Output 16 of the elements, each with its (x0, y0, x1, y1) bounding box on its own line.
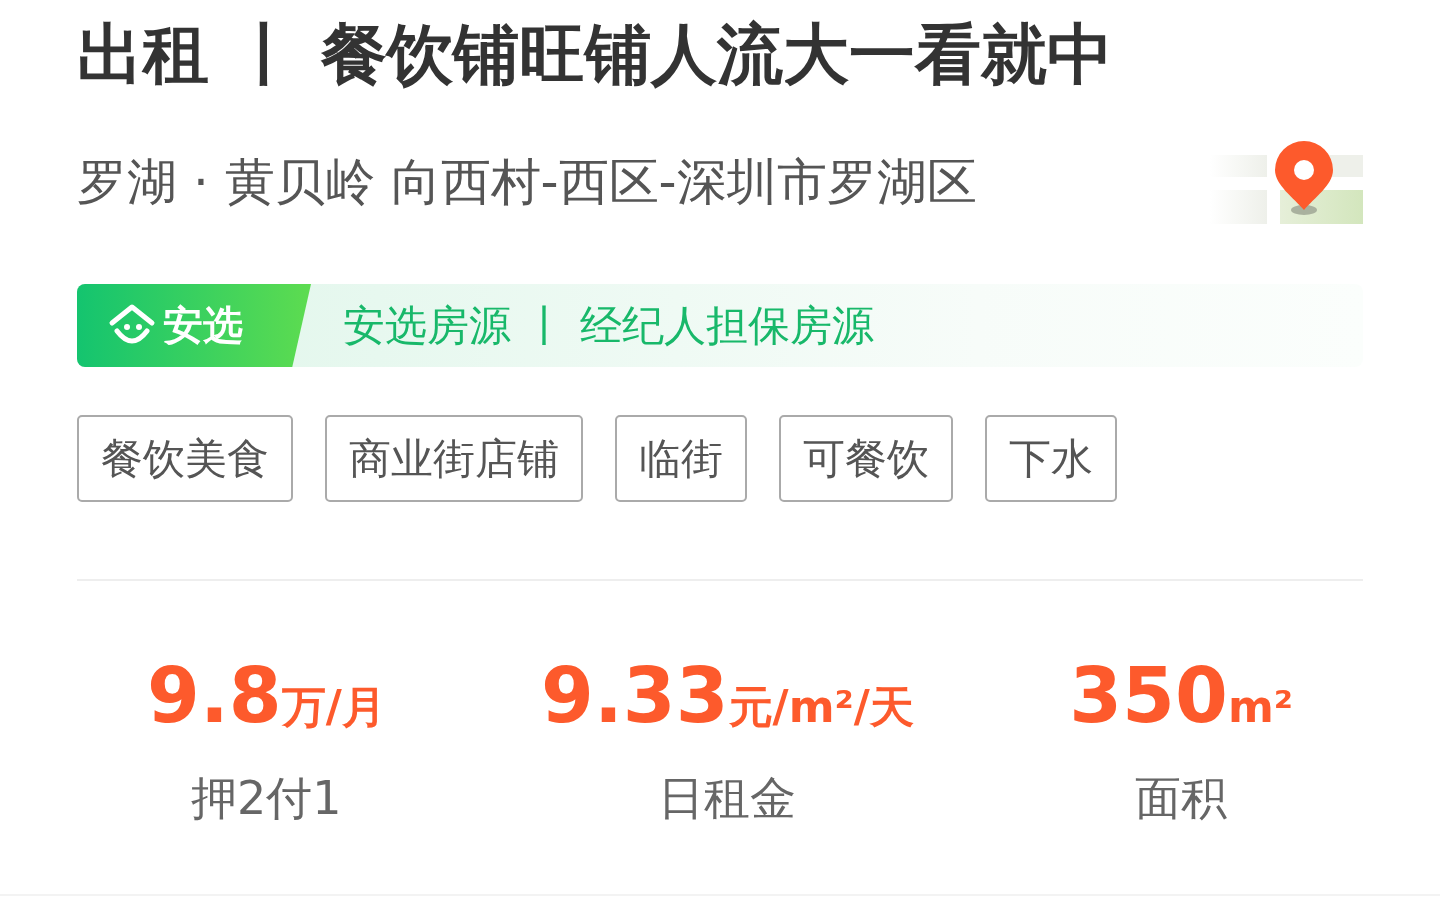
listing-title: 出租 丨 餐饮铺旺铺人流大一看就中 (77, 15, 1114, 95)
guarantee-banner[interactable]: 安选 安选房源 丨 经纪人担保房源 (77, 284, 1363, 367)
address-text: 罗湖 · 黄贝岭 向西村-西区-深圳市罗湖区 (77, 151, 977, 213)
feature-tag: 商业街店铺 (325, 415, 583, 502)
feature-tag: 餐饮美食 (77, 415, 293, 502)
feature-tag: 下水 (985, 415, 1117, 502)
stat-value: 9.8万/月 (147, 651, 386, 742)
banner-text: 安选房源 丨 经纪人担保房源 (343, 299, 874, 352)
feature-tag: 可餐饮 (779, 415, 953, 502)
stat-label: 押2付1 (191, 770, 342, 827)
stat-value: 9.33元/m²/天 (541, 651, 914, 742)
stat-value: 350m² (1069, 651, 1293, 742)
stat-label: 面积 (1135, 770, 1228, 827)
badge-label: 安选 (163, 301, 243, 350)
stat-label: 日租金 (658, 770, 797, 827)
feature-tag: 临街 (615, 415, 747, 502)
